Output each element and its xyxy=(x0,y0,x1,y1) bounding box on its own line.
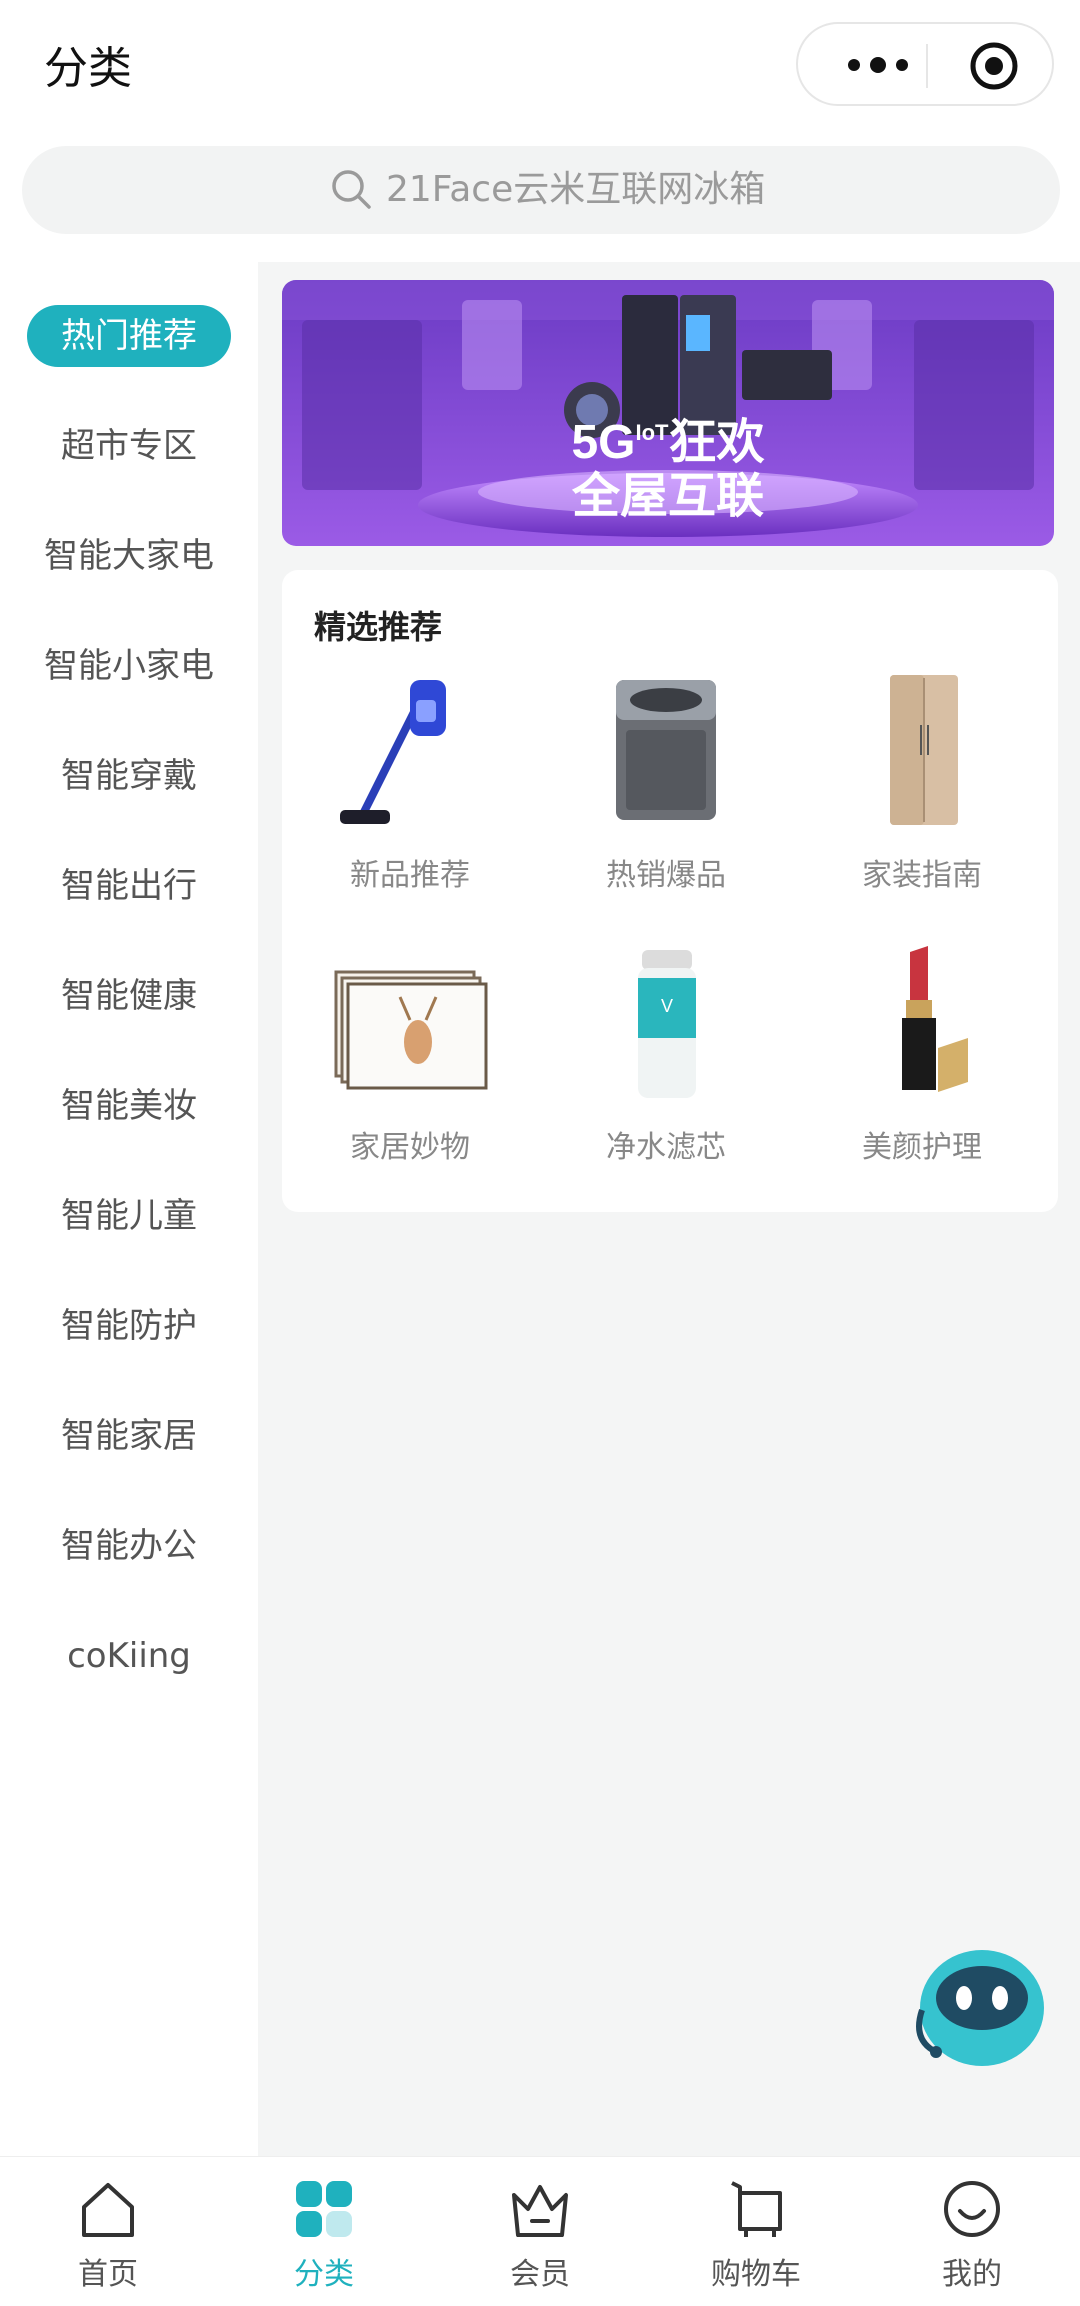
featured-item-hot-sale[interactable]: 热销爆品 xyxy=(538,670,794,920)
lipstick-icon xyxy=(902,946,968,1092)
search-icon xyxy=(332,170,371,209)
sidebar-item-cokiing[interactable]: coKiing xyxy=(0,1624,258,1688)
vacuum-icon xyxy=(340,680,446,824)
tab-member[interactable]: 会员 xyxy=(432,2157,648,2306)
water-filter-icon: V xyxy=(638,950,696,1098)
refrigerator-icon xyxy=(890,675,958,825)
featured-item-beauty[interactable]: 美颜护理 xyxy=(794,942,1050,1192)
featured-item-new[interactable]: 新品推荐 xyxy=(282,670,538,920)
cart-icon xyxy=(731,2181,782,2237)
tab-home[interactable]: 首页 xyxy=(0,2157,216,2306)
home-icon xyxy=(82,2183,134,2237)
tab-profile[interactable]: 我的 xyxy=(864,2157,1080,2306)
sidebar-item-large-appliance[interactable]: 智能大家电 xyxy=(0,524,258,588)
tab-cart[interactable]: 购物车 xyxy=(648,2157,864,2306)
featured-item-guide[interactable]: 家装指南 xyxy=(794,670,1050,920)
featured-title: 精选推荐 xyxy=(314,608,443,646)
sidebar-item-beauty[interactable]: 智能美妆 xyxy=(0,1074,258,1138)
featured-item-home-goods[interactable]: 家居妙物 xyxy=(282,942,538,1192)
smile-icon xyxy=(944,2181,1000,2237)
page-title: 分类 xyxy=(44,43,132,94)
category-sidebar: 热门推荐 超市专区 智能大家电 智能小家电 智能穿戴 智能出行 智能健康 智能美… xyxy=(0,262,258,2156)
search-bar[interactable]: 21Face云米互联网冰箱 xyxy=(22,146,1060,234)
target-icon[interactable] xyxy=(968,40,1020,92)
featured-card: 精选推荐 新品推荐 热销爆品 家装指南 家居妙物 V 净水滤芯 美颜护理 xyxy=(282,570,1058,1212)
banner-title-line1: 5GIoT狂欢 xyxy=(571,416,764,469)
search-placeholder: 21Face云米互联网冰箱 xyxy=(386,169,766,210)
svg-text:V: V xyxy=(661,996,673,1016)
washing-machine-icon xyxy=(616,680,716,820)
category-icon xyxy=(296,2181,352,2237)
sidebar-item-protection[interactable]: 智能防护 xyxy=(0,1294,258,1358)
banner-title-line2: 全屋互联 xyxy=(571,469,764,523)
more-dots-icon[interactable] xyxy=(834,44,922,86)
sidebar-item-kids[interactable]: 智能儿童 xyxy=(0,1184,258,1248)
promo-banner[interactable]: 5GIoT狂欢 全屋互联 xyxy=(282,280,1054,546)
sidebar-item-health[interactable]: 智能健康 xyxy=(0,964,258,1028)
header-bar: 分类 xyxy=(0,0,1080,136)
bottom-tab-bar: 首页 分类 会员 购物车 我的 xyxy=(0,2156,1080,2306)
sidebar-item-supermarket[interactable]: 超市专区 xyxy=(0,414,258,478)
sidebar-item-office[interactable]: 智能办公 xyxy=(0,1514,258,1578)
sidebar-item-home[interactable]: 智能家居 xyxy=(0,1404,258,1468)
banner-illustration: 5GIoT狂欢 全屋互联 xyxy=(282,280,1054,546)
sidebar-item-small-appliance[interactable]: 智能小家电 xyxy=(0,634,258,698)
sidebar-item-wearable[interactable]: 智能穿戴 xyxy=(0,744,258,808)
sidebar-item-hot[interactable]: 热门推荐 xyxy=(0,304,258,368)
customer-service-robot-icon[interactable] xyxy=(908,1940,1052,2070)
art-frame-icon xyxy=(334,970,488,1090)
capsule-divider xyxy=(926,44,928,88)
featured-item-water-filter[interactable]: V 净水滤芯 xyxy=(538,942,794,1192)
tab-category[interactable]: 分类 xyxy=(216,2157,432,2306)
miniapp-capsule xyxy=(796,22,1054,106)
crown-icon xyxy=(512,2185,568,2237)
sidebar-item-travel[interactable]: 智能出行 xyxy=(0,854,258,918)
